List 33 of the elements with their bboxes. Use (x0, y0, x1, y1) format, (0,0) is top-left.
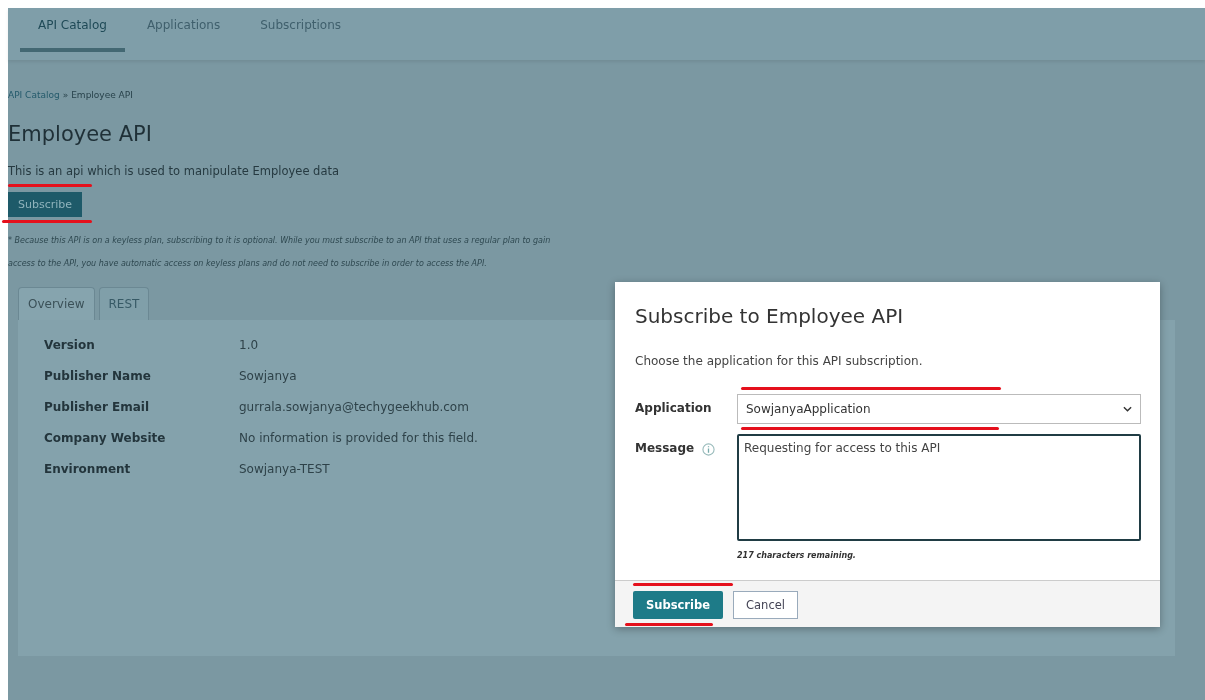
detail-label: Environment (44, 462, 131, 476)
caret-icon (1123, 406, 1132, 412)
dialog-title: Subscribe to Employee API (635, 304, 905, 328)
keyless-plan-note: * Because this API is on a keyless plan, subscribing to it is optional. While you must subscribe to an API that uses a regular plan to gain access to the API, you have automatic access on keyless plans and do not need to subscribe in order to access the API. (8, 235, 552, 270)
detail-value: 1.0 (239, 338, 259, 352)
detail-value: gurrala.sowjanya@techygeekhub.com (239, 400, 469, 414)
nav-tab[interactable]: Applications (128, 10, 239, 52)
detail-tab[interactable]: Overview (18, 287, 95, 320)
nav-tab[interactable]: Subscriptions (242, 10, 359, 52)
breadcrumb-link[interactable]: API Catalog (8, 90, 60, 100)
dialog-instruction: Choose the application for this API subscription. (635, 354, 924, 368)
field-label: Message (635, 440, 695, 455)
detail-label: Publisher Email (44, 400, 150, 414)
page-title: Employee API (8, 122, 153, 146)
character-counter: 217 characters remaining. (737, 551, 857, 560)
detail-tab[interactable]: REST (98, 287, 150, 320)
detail-label: Version (44, 338, 95, 352)
info-icon[interactable] (702, 443, 716, 456)
detail-value: Sowjanya (239, 369, 297, 383)
subscribe-button[interactable]: Subscribe (8, 192, 83, 217)
cancel-button[interactable]: Cancel (733, 591, 798, 619)
field-label: Application (635, 400, 713, 415)
detail-value: No information is provided for this field. (239, 431, 478, 445)
detail-label: Company Website (44, 431, 166, 445)
application-select[interactable]: SowjanyaApplication (737, 394, 1141, 424)
detail-label: Publisher Name (44, 369, 151, 383)
api-description: This is an api which is used to manipulate Employee data (8, 164, 340, 178)
detail-value: Sowjanya-TEST (239, 462, 330, 476)
breadcrumb-text: Employee API (71, 90, 133, 100)
message-field[interactable]: Requesting for access to this API (737, 434, 1141, 541)
breadcrumb-text: » (62, 90, 69, 100)
subscribe-button[interactable]: Subscribe (633, 591, 723, 619)
nav-tab[interactable]: API Catalog (20, 10, 125, 52)
